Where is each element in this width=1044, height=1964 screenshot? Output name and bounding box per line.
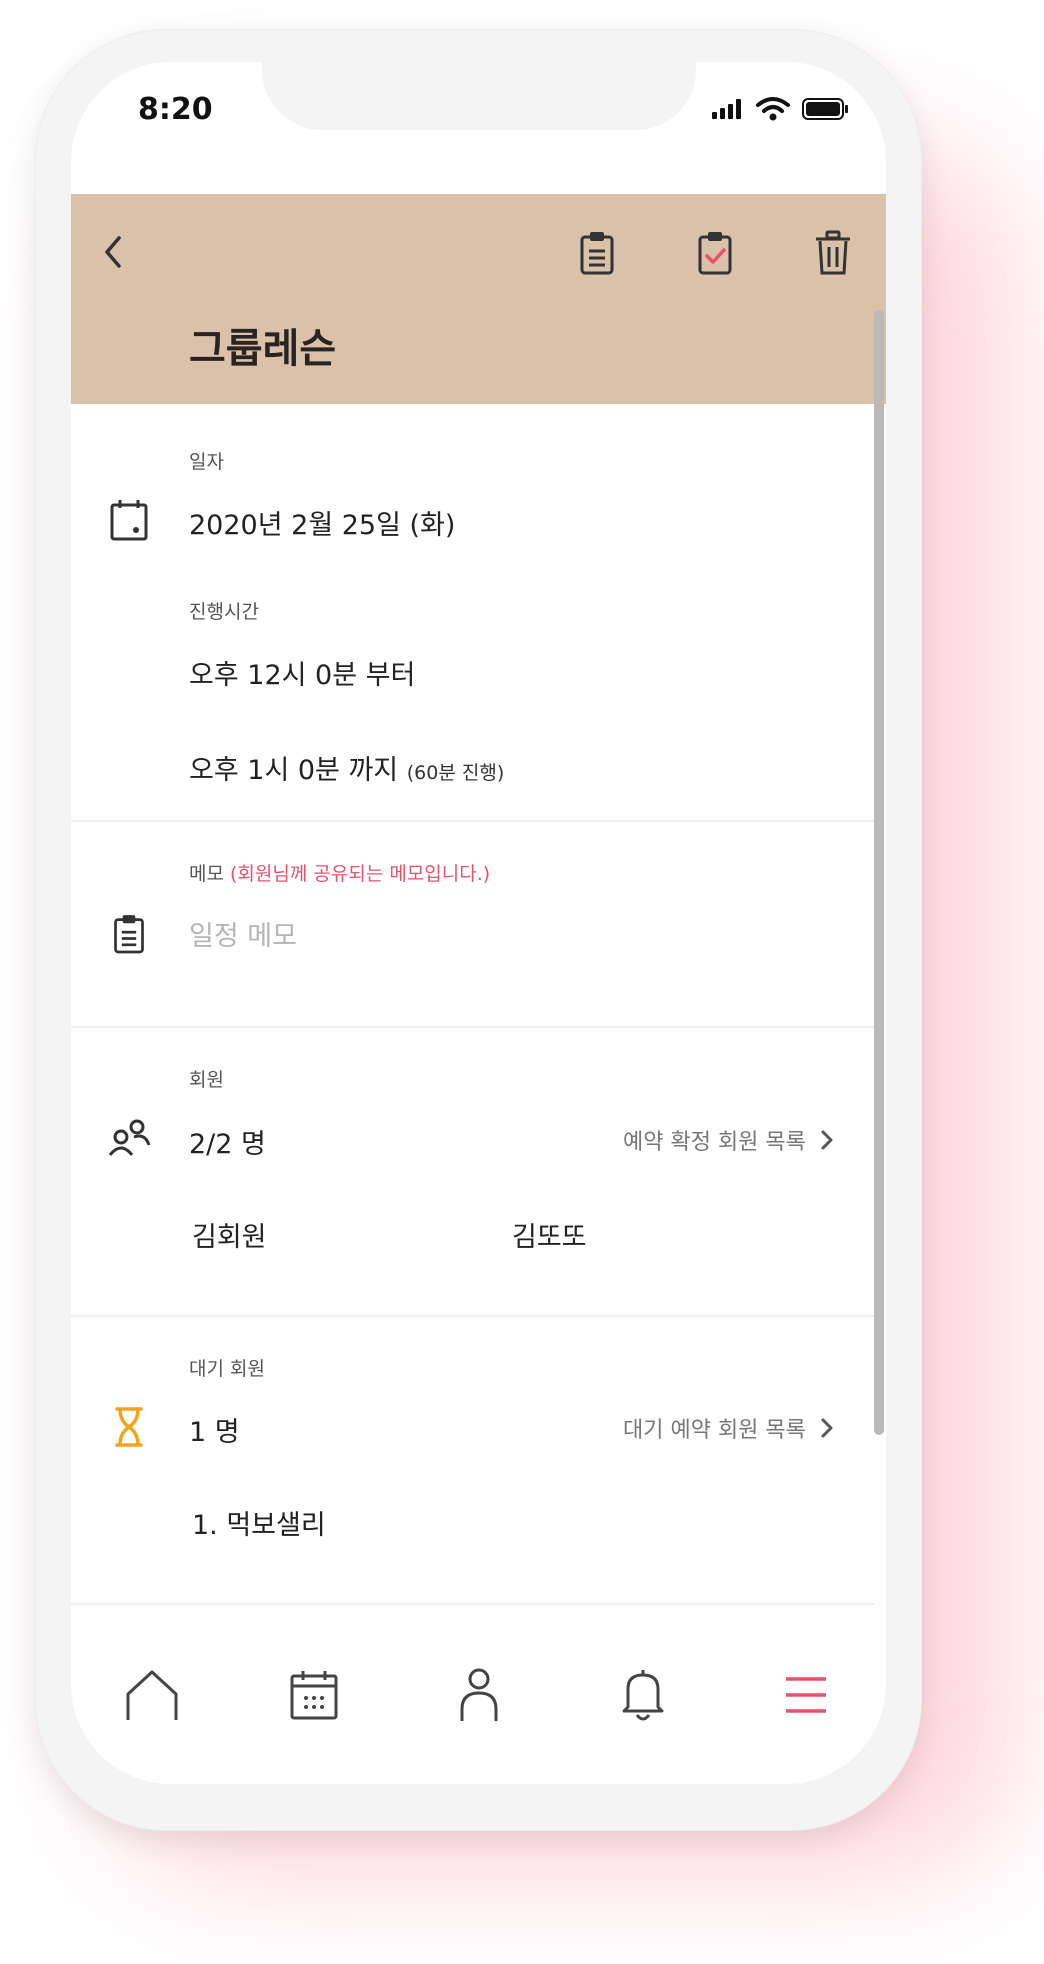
- page-title: 그룹레슨: [189, 326, 337, 372]
- memo-label: 메모: [189, 863, 224, 885]
- signal-icon: [712, 99, 741, 119]
- members-icon-wrap: [105, 1115, 153, 1163]
- trash-icon: [816, 230, 850, 275]
- attendance-button[interactable]: [690, 228, 740, 278]
- confirmed-members-link[interactable]: 예약 확정 회원 목록: [623, 1124, 834, 1156]
- tab-members[interactable]: [444, 1660, 514, 1730]
- app-header: 그룹레슨: [71, 194, 886, 404]
- date-value[interactable]: 2020년 2월 25일 (화): [189, 503, 455, 542]
- members-label: 회원: [189, 1069, 224, 1091]
- divider: [71, 820, 874, 822]
- time-label: 진행시간: [189, 601, 259, 623]
- status-icons: [712, 97, 848, 121]
- clipboard-icon: [114, 915, 144, 954]
- memo-input[interactable]: 일정 메모: [189, 914, 297, 953]
- clipboard-check-icon: [698, 232, 732, 275]
- phone-notch: [262, 62, 696, 130]
- date-icon-wrap: [105, 496, 153, 544]
- battery-icon: [802, 98, 848, 120]
- home-icon: [126, 1670, 178, 1720]
- tab-notifications[interactable]: [608, 1660, 678, 1730]
- clipboard-icon: [580, 232, 614, 275]
- start-time[interactable]: 오후 12시 0분 부터: [189, 653, 415, 692]
- hourglass-icon: [115, 1407, 143, 1447]
- member-name[interactable]: 김또또: [512, 1215, 587, 1254]
- bell-icon: [622, 1670, 664, 1721]
- waitlist-member-name[interactable]: 1. 먹보샐리: [192, 1503, 326, 1542]
- tab-home[interactable]: [117, 1660, 187, 1730]
- chevron-right-icon: [821, 1418, 833, 1438]
- divider: [71, 1315, 874, 1317]
- menu-icon: [786, 1677, 826, 1713]
- wifi-icon: [756, 97, 790, 121]
- divider: [71, 1026, 874, 1028]
- waitlist-members-link[interactable]: 대기 예약 회원 목록: [623, 1412, 834, 1444]
- delete-button[interactable]: [808, 228, 858, 278]
- waitlist-icon-wrap: [105, 1403, 153, 1451]
- chevron-right-icon: [821, 1130, 833, 1150]
- tab-calendar[interactable]: [279, 1660, 349, 1730]
- members-count: 2/2 명: [189, 1129, 266, 1160]
- end-time-row[interactable]: 오후 1시 0분 까지 (60분 진행): [189, 748, 504, 787]
- back-icon: [105, 236, 121, 268]
- memo-icon-wrap: [105, 910, 153, 958]
- status-time: 8:20: [138, 92, 213, 127]
- member-name[interactable]: 김회원: [192, 1215, 267, 1254]
- divider: [71, 1603, 874, 1605]
- waitlist-members-link-label: 대기 예약 회원 목록: [623, 1418, 806, 1443]
- calendar-icon: [110, 500, 148, 541]
- memo-share-note: (회원님께 공유되는 메모입니다.): [230, 863, 491, 885]
- memo-button[interactable]: [572, 228, 622, 278]
- back-button[interactable]: [88, 227, 138, 277]
- waitlist-count: 1 명: [189, 1417, 240, 1448]
- tab-menu[interactable]: [771, 1660, 841, 1730]
- waitlist-label: 대기 회원: [189, 1358, 265, 1380]
- date-label: 일자: [189, 451, 224, 473]
- duration: (60분 진행): [406, 762, 505, 784]
- memo-label-row: 메모 (회원님께 공유되는 메모입니다.): [189, 859, 490, 886]
- end-time: 오후 1시 0분 까지: [189, 755, 399, 786]
- confirmed-members-link-label: 예약 확정 회원 목록: [623, 1130, 806, 1155]
- scrollbar[interactable]: [874, 310, 884, 1435]
- person-icon: [460, 1668, 498, 1721]
- people-icon: [108, 1119, 151, 1156]
- calendar-icon: [290, 1671, 338, 1720]
